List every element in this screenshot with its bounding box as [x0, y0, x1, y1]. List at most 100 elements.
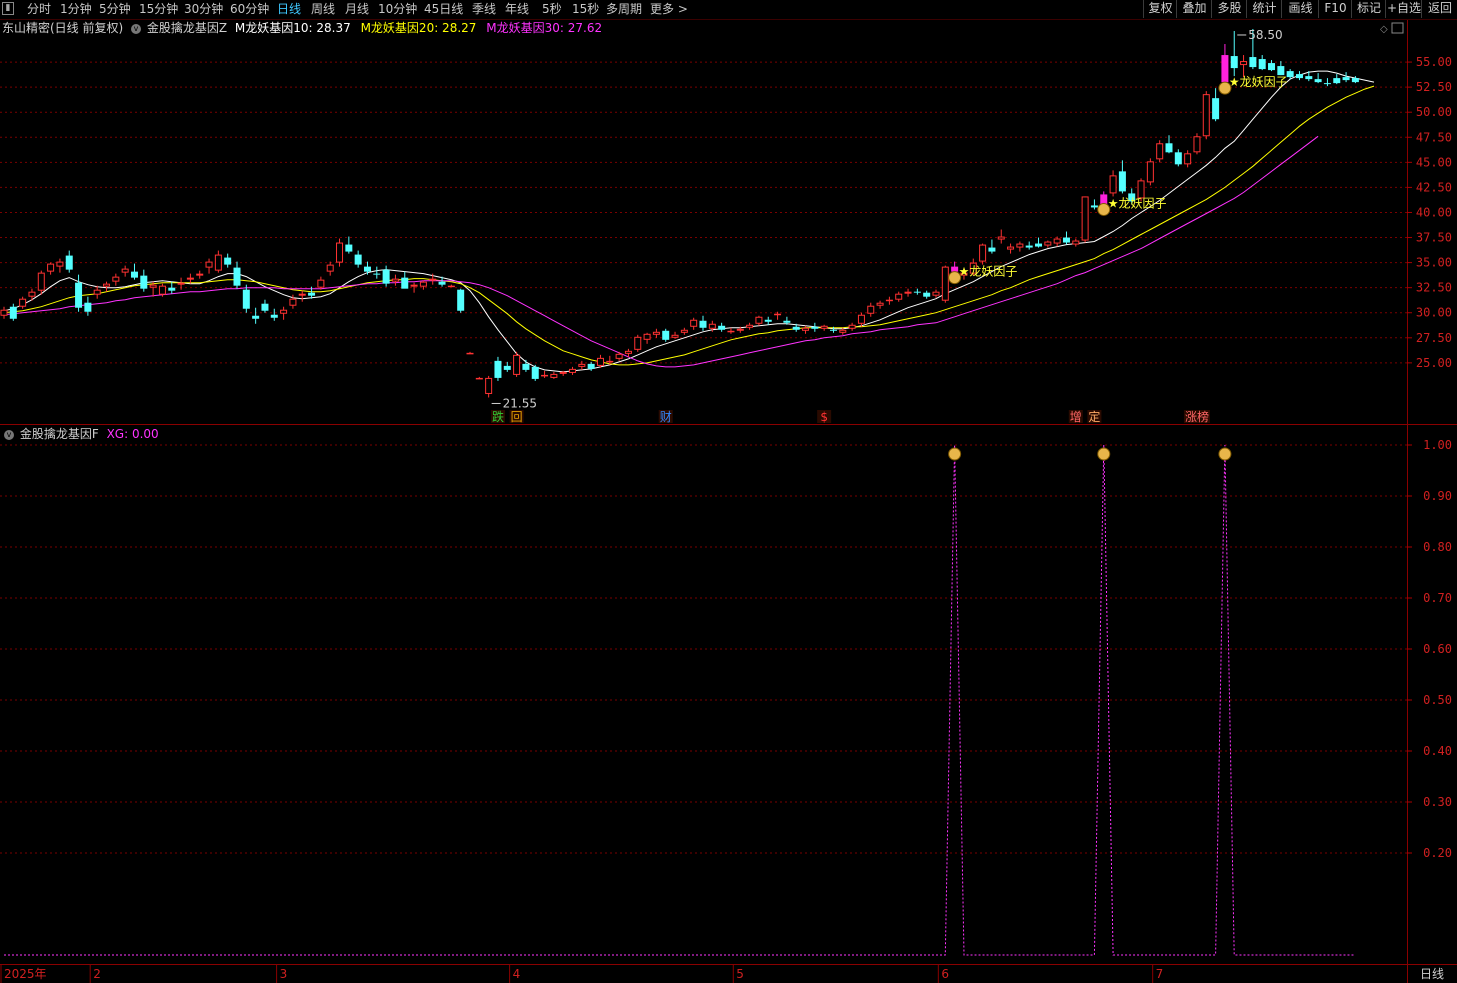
candle-81 — [755, 315, 763, 326]
event-tag-4: 增 — [1070, 410, 1082, 424]
candle-50 — [466, 351, 474, 355]
candle-body-85 — [792, 326, 800, 330]
candle-body-88 — [820, 325, 828, 329]
candle-body-7 — [65, 255, 73, 270]
candle-38 — [354, 250, 362, 268]
date-tick-label-0: 2025年 — [4, 967, 47, 981]
candle-body-106 — [988, 247, 996, 252]
candle-86 — [802, 325, 810, 334]
candle-49 — [457, 288, 465, 313]
extreme-label-4: 58.50 — [1248, 28, 1282, 42]
candle-body-77 — [718, 325, 726, 330]
candle-body-33 — [308, 292, 316, 296]
candle-body-70 — [652, 331, 660, 335]
candle-body-120 — [1118, 171, 1126, 192]
candle-136 — [1268, 60, 1276, 72]
candle-135 — [1258, 55, 1266, 71]
candle-71 — [662, 328, 670, 342]
candle-body-141 — [1314, 79, 1322, 83]
candle-body-14 — [130, 271, 138, 278]
candle-body-24 — [224, 257, 232, 265]
candle-body-75 — [699, 320, 707, 328]
candle-body-126 — [1174, 152, 1182, 165]
candle-body-108 — [1007, 246, 1015, 250]
candle-body-12 — [112, 276, 120, 282]
panel-maximize-icon — [1391, 22, 1404, 34]
price-tick-label-5: 37.50 — [1416, 231, 1452, 245]
candle-body-123 — [1146, 161, 1154, 183]
sub-tick-label-0: 0.20 — [1423, 846, 1452, 860]
candle-body-59 — [550, 373, 558, 378]
candle-body-36 — [336, 242, 344, 263]
candle-12 — [112, 273, 120, 286]
candle-body-68 — [634, 336, 642, 350]
event-tag-3: $ — [820, 410, 828, 424]
candle-body-129 — [1202, 94, 1210, 137]
candle-body-17 — [158, 285, 166, 295]
candle-body-29 — [270, 314, 278, 318]
candle-101 — [941, 265, 949, 303]
candle-body-131 — [1221, 55, 1229, 83]
sub-tick-label-2: 0.40 — [1423, 744, 1452, 758]
event-tag-1: 回 — [511, 410, 523, 424]
candle-124 — [1156, 140, 1164, 163]
candle-body-84 — [783, 320, 791, 323]
candle-144 — [1342, 72, 1350, 83]
candle-82 — [764, 316, 772, 325]
candle-61 — [569, 366, 577, 375]
candle-62 — [578, 360, 586, 370]
candle-body-74 — [690, 319, 698, 327]
candle-106 — [988, 239, 996, 254]
candle-137 — [1277, 61, 1285, 76]
candle-143 — [1333, 74, 1341, 85]
price-tick-label-8: 45.00 — [1416, 155, 1452, 169]
candle-body-58 — [541, 374, 549, 377]
candle-41 — [382, 265, 390, 287]
candle-body-92 — [857, 314, 865, 324]
candle-body-31 — [289, 298, 297, 306]
candle-48 — [447, 284, 455, 288]
stock-chart[interactable]: ★龙妖因子 ★龙妖因子 ★龙妖因子 21.55 58.50 跌回 财 $ 增定 涨榜 ◇ 25.00… — [0, 0, 1457, 983]
candle-body-82 — [764, 319, 772, 322]
event-tag-5: 定 — [1088, 409, 1100, 424]
money-bag-icon-sub-1 — [1097, 447, 1111, 461]
price-tick-label-7: 42.50 — [1416, 180, 1452, 194]
candle-body-80 — [746, 324, 754, 328]
candle-2 — [19, 296, 27, 309]
candle-body-16 — [149, 284, 157, 288]
candle-body-48 — [447, 285, 455, 288]
candle-19 — [177, 277, 185, 290]
candle-body-71 — [662, 330, 670, 340]
candle-body-43 — [401, 277, 409, 289]
event-tag-0: 跌 — [492, 409, 504, 424]
price-tick-label-12: 55.00 — [1416, 55, 1452, 69]
candle-body-54 — [503, 365, 511, 370]
candle-body-135 — [1258, 59, 1266, 70]
price-tick-label-6: 40.00 — [1416, 205, 1452, 219]
candle-body-137 — [1277, 66, 1285, 76]
money-bag-icon-sub-0 — [948, 447, 962, 461]
candle-141 — [1314, 73, 1322, 84]
candle-body-67 — [624, 350, 632, 354]
candle-105 — [979, 243, 987, 265]
period-footer-label: 日线 — [1420, 967, 1444, 981]
extreme-label-3: 21.55 — [503, 396, 537, 410]
candle-42 — [391, 274, 399, 286]
candle-21 — [196, 270, 204, 279]
candle-body-40 — [373, 273, 381, 275]
candle-body-95 — [885, 299, 893, 302]
candle-body-34 — [317, 279, 325, 288]
candle-body-27 — [252, 315, 260, 319]
candle-128 — [1193, 133, 1201, 155]
sub-tick-label-5: 0.70 — [1423, 591, 1452, 605]
candle-body-47 — [438, 281, 446, 285]
candle-98 — [913, 288, 921, 295]
candle-53 — [494, 356, 502, 381]
candle-body-96 — [895, 293, 903, 300]
candle-132 — [1230, 30, 1238, 77]
candle-body-51 — [475, 377, 483, 380]
money-bag-icon-sub-2 — [1218, 447, 1232, 461]
candle-0 — [0, 306, 8, 319]
candle-body-15 — [140, 275, 148, 289]
candle-body-145 — [1351, 78, 1359, 83]
